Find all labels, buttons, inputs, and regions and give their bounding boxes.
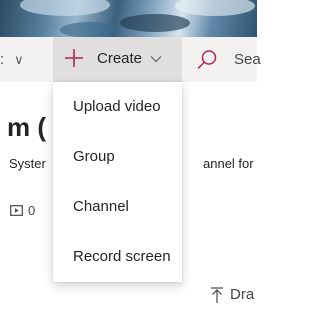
menu-item-upload-video[interactable]: Upload video [53, 82, 182, 132]
chevron-down-icon: ∨ [14, 51, 24, 67]
command-bar: : ∨ Create Sea [0, 37, 261, 82]
menu-item-label: Channel [73, 198, 129, 215]
drag-drop-hint: Dra [210, 286, 254, 303]
create-dropdown-menu: Upload video Group Channel Record screen [53, 82, 182, 282]
menu-item-group[interactable]: Group [53, 132, 182, 182]
video-icon [10, 205, 23, 216]
menu-item-record-screen[interactable]: Record screen [53, 232, 182, 282]
chevron-down-icon [150, 56, 162, 63]
plus-icon [65, 49, 83, 67]
previous-menu-item[interactable]: : ∨ [0, 37, 24, 82]
menu-item-label: Upload video [73, 98, 161, 115]
search-placeholder: Sea [234, 51, 261, 68]
search-box[interactable]: Sea [196, 37, 261, 82]
create-button-label: Create [97, 50, 143, 67]
create-button[interactable]: Create [53, 37, 182, 82]
previous-menu-item-label: : [0, 51, 5, 68]
description-text-left: Syster [9, 156, 46, 171]
video-count: 0 [10, 203, 35, 218]
drag-drop-text: Dra [230, 286, 255, 303]
menu-item-channel[interactable]: Channel [53, 182, 182, 232]
description-text-right: annel for [203, 156, 254, 171]
menu-item-label: Group [73, 148, 115, 165]
upload-arrow-icon [211, 286, 223, 303]
video-count-value: 0 [28, 203, 36, 218]
search-icon [197, 49, 217, 69]
header-banner-image [0, 0, 257, 37]
menu-item-label: Record screen [73, 248, 171, 265]
page-title: m ( [7, 112, 46, 142]
